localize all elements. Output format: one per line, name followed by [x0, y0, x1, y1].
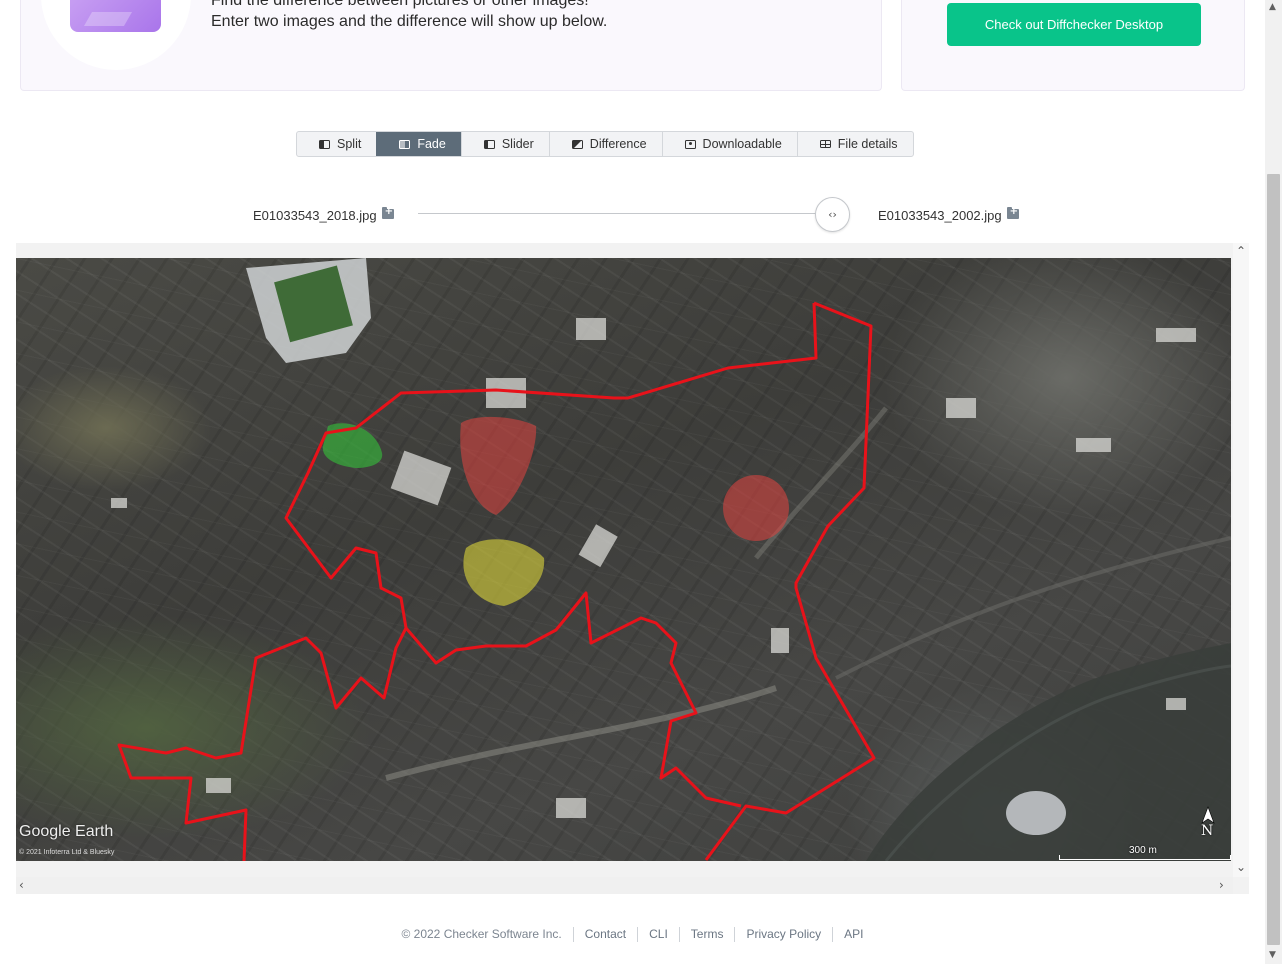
hero-panel: Find the difference between pictures or … — [20, 0, 882, 91]
stadium — [246, 258, 371, 363]
hero-line-1: Find the difference between pictures or … — [211, 0, 589, 9]
footer-link-api[interactable]: API — [832, 927, 874, 942]
tab-fade[interactable]: Fade — [376, 132, 461, 156]
red-highlight-right — [723, 475, 789, 541]
hero-line-2: Enter two images and the difference will… — [211, 13, 608, 30]
left-file-label: E01033543_2018.jpg — [253, 206, 394, 223]
footer-link-terms[interactable]: Terms — [678, 927, 735, 942]
hero-description: Find the difference between pictures or … — [211, 0, 607, 32]
page-scroll-down-icon[interactable]: ▼ — [1269, 950, 1276, 960]
footer-link-privacy[interactable]: Privacy Policy — [734, 927, 832, 942]
footer-link-cli[interactable]: CLI — [637, 927, 679, 942]
tab-slider[interactable]: Slider — [460, 132, 549, 156]
tab-file-details[interactable]: File details — [796, 132, 913, 156]
page-scrollbar[interactable]: ▲ ▼ — [1265, 0, 1282, 964]
tab-label: Fade — [417, 137, 446, 151]
map-copyright: © 2021 Infoterra Ltd & Bluesky — [19, 849, 115, 856]
scroll-right-icon[interactable]: › — [1219, 879, 1224, 891]
promo-panel: Check out Diffchecker Desktop — [901, 0, 1245, 91]
north-arrow-icon: N — [1197, 805, 1219, 841]
footer-link-contact[interactable]: Contact — [572, 927, 637, 942]
sage-building — [1006, 791, 1066, 835]
page-scrollbar-thumb[interactable] — [1267, 174, 1280, 945]
viewport-vertical-scrollbar[interactable]: ⌃ ⌄ — [1233, 243, 1249, 877]
split-view-icon — [319, 139, 330, 149]
image-compare-icon — [70, 0, 161, 32]
tab-label: Difference — [589, 137, 647, 151]
fade-view-icon — [399, 139, 411, 149]
footer: © 2022 Checker Software Inc. Contact CLI… — [0, 927, 1265, 942]
view-mode-tabs: Split Fade Slider Difference Downloadabl… — [296, 131, 914, 157]
page-scroll-up-icon[interactable]: ▲ — [1269, 2, 1276, 12]
viewport-horizontal-scrollbar[interactable]: ‹ › — [16, 877, 1233, 894]
tab-label: Slider — [501, 137, 534, 151]
map-overlay — [111, 258, 1231, 861]
tab-label: Split — [337, 137, 362, 151]
satellite-image: Google Earth © 2021 Infoterra Ltd & Blue… — [16, 258, 1231, 861]
right-file-name: E01033543_2002.jpg — [878, 208, 1002, 223]
fade-slider-track[interactable] — [418, 213, 832, 214]
tab-difference[interactable]: Difference — [548, 132, 662, 156]
footer-copyright: © 2022 Checker Software Inc. — [401, 927, 562, 941]
diffchecker-desktop-button[interactable]: Check out Diffchecker Desktop — [947, 3, 1201, 46]
scroll-left-icon[interactable]: ‹ — [19, 879, 24, 891]
tab-downloadable[interactable]: Downloadable — [661, 132, 797, 156]
chevrons-icon: ‹› — [828, 208, 837, 221]
left-file-name: E01033543_2018.jpg — [253, 208, 377, 223]
add-folder-icon[interactable] — [1006, 206, 1019, 219]
difference-view-icon — [571, 139, 583, 149]
scroll-up-icon[interactable]: ⌃ — [1236, 245, 1246, 257]
image-viewport: Google Earth © 2021 Infoterra Ltd & Blue… — [16, 243, 1249, 894]
tab-label: File details — [837, 137, 898, 151]
camera-icon — [684, 139, 696, 149]
tab-label: Downloadable — [702, 137, 782, 151]
red-highlight-left — [460, 416, 537, 515]
scale-bar — [1059, 855, 1231, 860]
fade-slider-handle[interactable]: ‹› — [815, 197, 850, 232]
add-folder-icon[interactable] — [381, 206, 394, 219]
right-file-label: E01033543_2002.jpg — [878, 206, 1019, 223]
north-label: N — [1201, 823, 1214, 839]
table-icon — [819, 140, 831, 148]
google-earth-logo: Google Earth — [19, 823, 114, 840]
scroll-down-icon[interactable]: ⌄ — [1236, 861, 1246, 873]
slider-view-icon — [483, 139, 495, 149]
yellow-highlight — [463, 539, 545, 606]
tab-split[interactable]: Split — [297, 132, 376, 156]
